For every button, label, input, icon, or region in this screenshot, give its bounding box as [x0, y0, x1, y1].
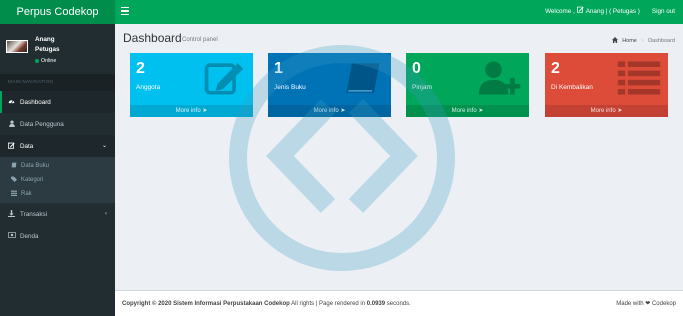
stat-label: Pinjam — [412, 84, 432, 91]
stat-label: Di Kembalikan — [551, 84, 593, 91]
made-with-text: Made with — [616, 301, 644, 307]
edit-icon — [576, 0, 584, 24]
footer-right: Made with ❤ Codekop — [616, 291, 676, 316]
more-info-link[interactable]: More info ➤ — [130, 105, 253, 117]
user-panel: Anang Petugas Online — [0, 24, 115, 74]
chevron-left-icon: ‹ — [105, 211, 107, 217]
sidebar-item-label: Data Pengguna — [20, 120, 64, 128]
breadcrumb-separator: > — [640, 38, 645, 44]
made-by-text: Codekop — [651, 301, 676, 307]
breadcrumb-current: Dashboard — [648, 38, 675, 44]
brand-logo[interactable]: Perpus Codekop — [0, 0, 115, 24]
sidebar-submenu-data: Data Buku Kategori Rak — [0, 157, 115, 203]
user-label: Anang | ( Petugas ) — [585, 8, 640, 15]
stat-label: Anggota — [136, 84, 161, 91]
welcome-text: Welcome , — [545, 8, 575, 15]
signout-link[interactable]: Sign out — [652, 0, 675, 24]
sidebar-item-label: Denda — [20, 232, 39, 240]
sidebar-item-data-pengguna[interactable]: Data Pengguna — [0, 113, 115, 135]
stat-value: 2 — [551, 60, 560, 77]
footer-copyright: Copyright © 2020 Sistem Informasi Perpus… — [122, 301, 290, 307]
page-footer: Copyright © 2020 Sistem Informasi Perpus… — [115, 290, 683, 316]
footer-render-time: 0.0939 — [366, 301, 386, 307]
page-title: Dashboard — [123, 31, 182, 45]
breadcrumb: Home > Dashboard — [612, 37, 675, 45]
navbar-right: Welcome , Anang | ( Petugas ) Sign out — [545, 0, 675, 24]
stat-box-pinjam: 0 Pinjam More info ➤ — [406, 53, 529, 117]
online-dot-icon — [35, 59, 39, 63]
more-info-text: More info — [313, 108, 339, 114]
sidebar-item-label: Dashboard — [20, 98, 51, 106]
sidebar-item-transaksi[interactable]: Transaksi ‹ — [0, 203, 115, 225]
home-icon — [612, 37, 619, 45]
chevron-down-icon: ⌄ — [101, 143, 107, 149]
sidebar-item-label: Transaksi — [20, 210, 48, 218]
footer-seconds: seconds. — [385, 301, 411, 307]
book-icon — [346, 63, 380, 93]
more-info-text: More info — [451, 108, 477, 114]
top-navbar: Welcome , Anang | ( Petugas ) Sign out — [115, 0, 683, 24]
sidebar-item-label: Data — [20, 142, 34, 150]
edit-icon — [7, 142, 15, 151]
heart-icon: ❤ — [645, 301, 651, 307]
more-info-text: More info — [175, 108, 201, 114]
arrow-circle-right-icon: ➤ — [478, 108, 484, 114]
stat-box-anggota: 2 Anggota More info ➤ — [130, 53, 253, 117]
pencil-square-icon — [204, 63, 244, 95]
stat-value: 1 — [274, 60, 283, 77]
sidebar: Anang Petugas Online MAIN NAVIGATION Das… — [0, 24, 115, 316]
user-role: Petugas — [35, 46, 60, 53]
user-name-block: Anang Petugas — [35, 35, 60, 55]
sidebar-subitem-rak[interactable]: Rak — [0, 187, 115, 201]
sidebar-subitem-label: Rak — [21, 191, 32, 197]
user-icon — [8, 119, 15, 129]
user-name: Anang — [35, 36, 55, 43]
stat-value: 2 — [136, 60, 145, 77]
dashboard-icon — [8, 98, 15, 106]
user-status-text: Online — [41, 58, 57, 64]
list-icon — [10, 190, 17, 198]
tag-icon — [10, 176, 17, 184]
sidebar-toggle-icon[interactable] — [121, 7, 129, 17]
more-info-link[interactable]: More info ➤ — [406, 105, 529, 117]
money-icon — [8, 232, 16, 240]
sidebar-item-denda[interactable]: Denda — [0, 225, 115, 247]
arrow-circle-right-icon: ➤ — [202, 108, 208, 114]
user-menu[interactable]: Welcome , Anang | ( Petugas ) — [545, 0, 640, 24]
more-info-link[interactable]: More info ➤ — [545, 105, 668, 117]
page-subtitle: Control panel — [182, 37, 218, 43]
more-info-text: More info — [590, 108, 616, 114]
user-status: Online — [35, 58, 56, 64]
stat-box-jenis-buku: 1 Jenis Buku More info ➤ — [268, 53, 391, 117]
sidebar-header: MAIN NAVIGATION — [0, 74, 115, 91]
arrow-circle-right-icon: ➤ — [617, 108, 623, 114]
arrow-circle-right-icon: ➤ — [340, 108, 346, 114]
more-info-link[interactable]: More info ➤ — [268, 105, 391, 117]
sidebar-item-data[interactable]: Data ⌄ — [0, 135, 115, 157]
stat-label: Jenis Buku — [274, 84, 306, 91]
sidebar-subitem-data-buku[interactable]: Data Buku — [0, 159, 115, 173]
stat-value: 0 — [412, 60, 421, 77]
sidebar-subitem-label: Data Buku — [21, 163, 50, 169]
footer-left: Copyright © 2020 Sistem Informasi Perpus… — [122, 291, 411, 316]
main-content: Dashboard Control panel Home > Dashboard… — [115, 24, 683, 290]
stat-box-di-kembalikan: 2 Di Kembalikan More info ➤ — [545, 53, 668, 117]
sidebar-subitem-label: Kategori — [21, 177, 44, 183]
download-icon — [8, 209, 15, 219]
user-plus-icon — [478, 61, 521, 95]
footer-rights: All rights | Page rendered in — [289, 301, 367, 307]
breadcrumb-home[interactable]: Home — [622, 38, 637, 44]
list-icon — [617, 61, 661, 95]
sidebar-subitem-kategori[interactable]: Kategori — [0, 173, 115, 187]
avatar — [6, 40, 28, 53]
book-icon — [10, 162, 17, 170]
sidebar-item-dashboard[interactable]: Dashboard — [0, 91, 115, 113]
